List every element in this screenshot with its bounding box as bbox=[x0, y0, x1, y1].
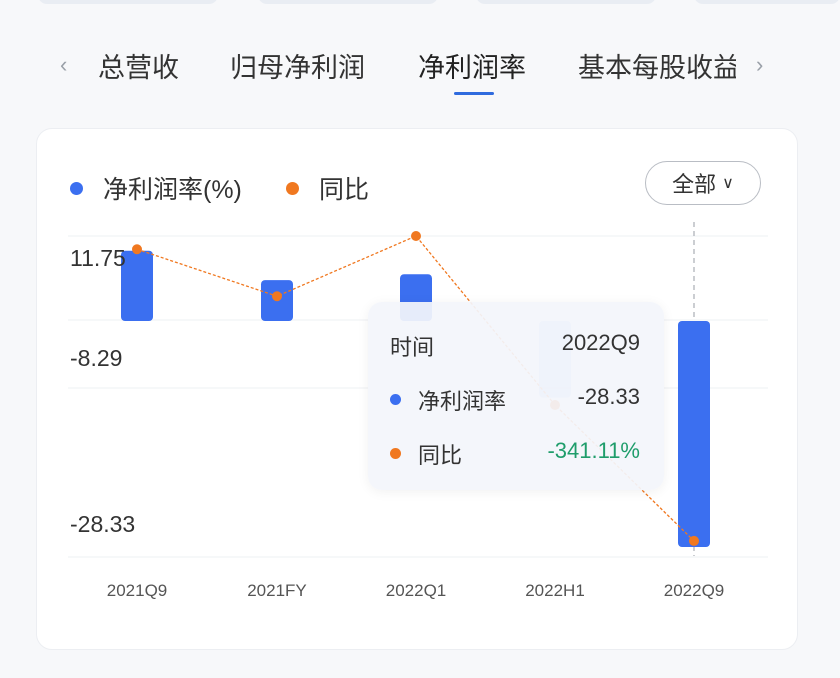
tooltip-margin-row: 净利润率 -28.33 bbox=[368, 384, 664, 414]
tooltip-margin-label: 净利润率 bbox=[418, 389, 507, 414]
yoy-point bbox=[132, 244, 142, 255]
x-tick-label: 2022Q9 bbox=[664, 581, 725, 600]
x-tick-label: 2022H1 bbox=[525, 581, 585, 600]
chart-tooltip: 时间 2022Q9 净利润率 -28.33 同比 -341.11% bbox=[368, 302, 664, 490]
tooltip-time-row: 时间 2022Q9 bbox=[368, 330, 664, 360]
y-tick-label: -28.33 bbox=[70, 511, 135, 537]
tooltip-time-value: 2022Q9 bbox=[561, 330, 640, 355]
yoy-point bbox=[411, 231, 421, 241]
y-tick-label: 11.75 bbox=[70, 245, 126, 271]
tooltip-time-label: 时间 bbox=[390, 335, 435, 360]
tooltip-yoy-row: 同比 -341.11% bbox=[368, 438, 664, 468]
yoy-point bbox=[272, 291, 282, 302]
x-tick-label: 2021Q9 bbox=[107, 581, 168, 600]
x-tick-label: 2022Q1 bbox=[386, 581, 447, 600]
tooltip-dot-orange bbox=[390, 448, 401, 459]
yoy-point bbox=[689, 535, 699, 546]
tooltip-yoy-value: -341.11% bbox=[547, 438, 640, 463]
y-tick-label: -8.29 bbox=[70, 345, 122, 371]
tooltip-dot-blue bbox=[390, 394, 401, 405]
bar bbox=[678, 321, 710, 547]
tooltip-yoy-label: 同比 bbox=[418, 443, 463, 468]
x-tick-label: 2021FY bbox=[247, 581, 307, 600]
tooltip-margin-value: -28.33 bbox=[577, 384, 640, 409]
